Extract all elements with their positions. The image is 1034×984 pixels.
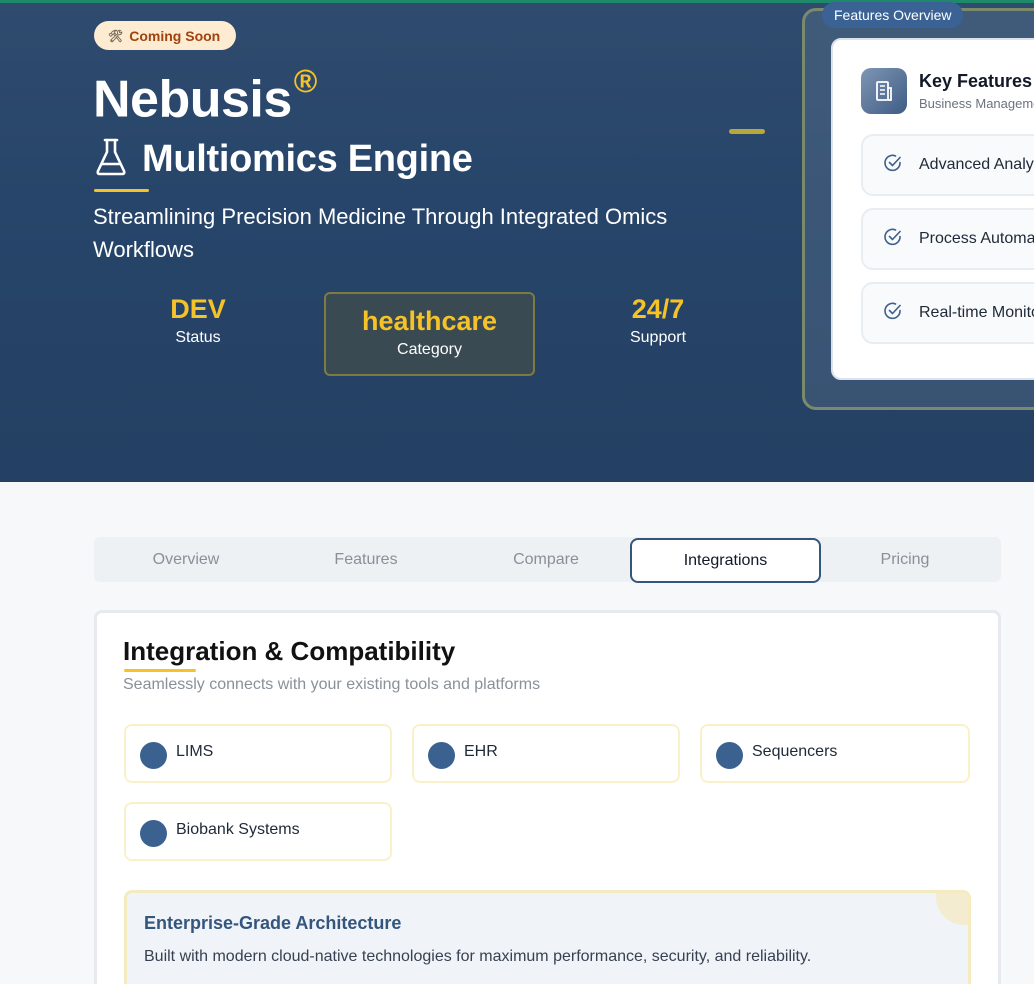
integration-item-sequencers[interactable]: Sequencers bbox=[700, 724, 970, 783]
decorative-corner bbox=[936, 893, 968, 925]
tab-integrations[interactable]: Integrations bbox=[630, 538, 821, 583]
tab-features[interactable]: Features bbox=[276, 537, 456, 582]
enterprise-architecture-box bbox=[124, 890, 971, 984]
section-title-underline bbox=[124, 669, 196, 672]
feature-label: Process Automation bbox=[919, 230, 1034, 247]
check-circle-icon bbox=[883, 153, 919, 178]
product-subtitle: Multiomics Engine bbox=[142, 138, 473, 180]
registered-mark: ® bbox=[293, 63, 318, 99]
integration-dot-icon bbox=[140, 820, 167, 847]
tab-pricing[interactable]: Pricing bbox=[815, 537, 995, 582]
integration-name: LIMS bbox=[176, 743, 214, 760]
tab-overview[interactable]: Overview bbox=[96, 537, 276, 582]
feature-label: Real-time Monitoring bbox=[919, 304, 1034, 321]
stat-category: healthcare Category bbox=[324, 292, 535, 376]
tab-compare[interactable]: Compare bbox=[456, 537, 636, 582]
check-circle-icon bbox=[883, 301, 919, 326]
hero-tagline: Streamlining Precision Medicine Through … bbox=[93, 204, 668, 262]
feature-item: Process Automation bbox=[861, 208, 1034, 270]
flask-icon bbox=[94, 137, 128, 182]
feature-label: Advanced Analytics bbox=[919, 156, 1034, 173]
key-features-title: Key Features bbox=[919, 71, 1033, 91]
stat-status-value: DEV bbox=[170, 294, 226, 324]
stat-support: 24/7 Support bbox=[608, 294, 708, 347]
enterprise-title: Enterprise-Grade Architecture bbox=[144, 913, 402, 933]
integration-dot-icon bbox=[140, 742, 167, 769]
integration-name: Biobank Systems bbox=[176, 821, 300, 838]
integration-item-ehr[interactable]: EHR bbox=[412, 724, 680, 783]
section-subtitle: Seamlessly connects with your existing t… bbox=[123, 676, 541, 693]
section-title: Integration & Compatibility bbox=[123, 636, 456, 666]
stat-support-label: Support bbox=[629, 329, 687, 346]
stat-category-value: healthcare bbox=[361, 306, 498, 336]
integration-dot-icon bbox=[428, 742, 455, 769]
decorative-line bbox=[729, 129, 765, 134]
integration-name: Sequencers bbox=[752, 743, 838, 760]
enterprise-description: Built with modern cloud-native technolog… bbox=[144, 948, 812, 965]
building-icon bbox=[861, 68, 907, 114]
check-circle-icon bbox=[883, 227, 919, 252]
feature-item: Advanced Analytics bbox=[861, 134, 1034, 196]
title-underline bbox=[94, 189, 149, 192]
feature-item: Real-time Monitoring bbox=[861, 282, 1034, 344]
integration-item-lims[interactable]: LIMS bbox=[124, 724, 392, 783]
product-subtitle-row: Multiomics Engine bbox=[94, 137, 473, 182]
integration-dot-icon bbox=[716, 742, 743, 769]
integration-item-biobank-systems[interactable]: Biobank Systems bbox=[124, 802, 392, 861]
stat-status-label: Status bbox=[175, 329, 221, 346]
tools-icon: 🛠 bbox=[108, 28, 124, 43]
stat-support-value: 24/7 bbox=[631, 294, 685, 324]
badge-label: Coming Soon bbox=[129, 27, 221, 44]
section-tabs: Overview Features Compare Integrations P… bbox=[94, 537, 1001, 583]
key-features-subtitle: Business Management bbox=[919, 96, 1034, 111]
features-overview-tag: Features Overview bbox=[822, 2, 964, 28]
product-title: Nebusis® bbox=[93, 63, 317, 129]
stat-status: DEV Status bbox=[148, 294, 248, 347]
product-name: Nebusis bbox=[93, 70, 292, 129]
coming-soon-badge: 🛠 Coming Soon bbox=[94, 21, 237, 50]
integration-name: EHR bbox=[464, 743, 498, 760]
stat-category-label: Category bbox=[397, 341, 462, 358]
